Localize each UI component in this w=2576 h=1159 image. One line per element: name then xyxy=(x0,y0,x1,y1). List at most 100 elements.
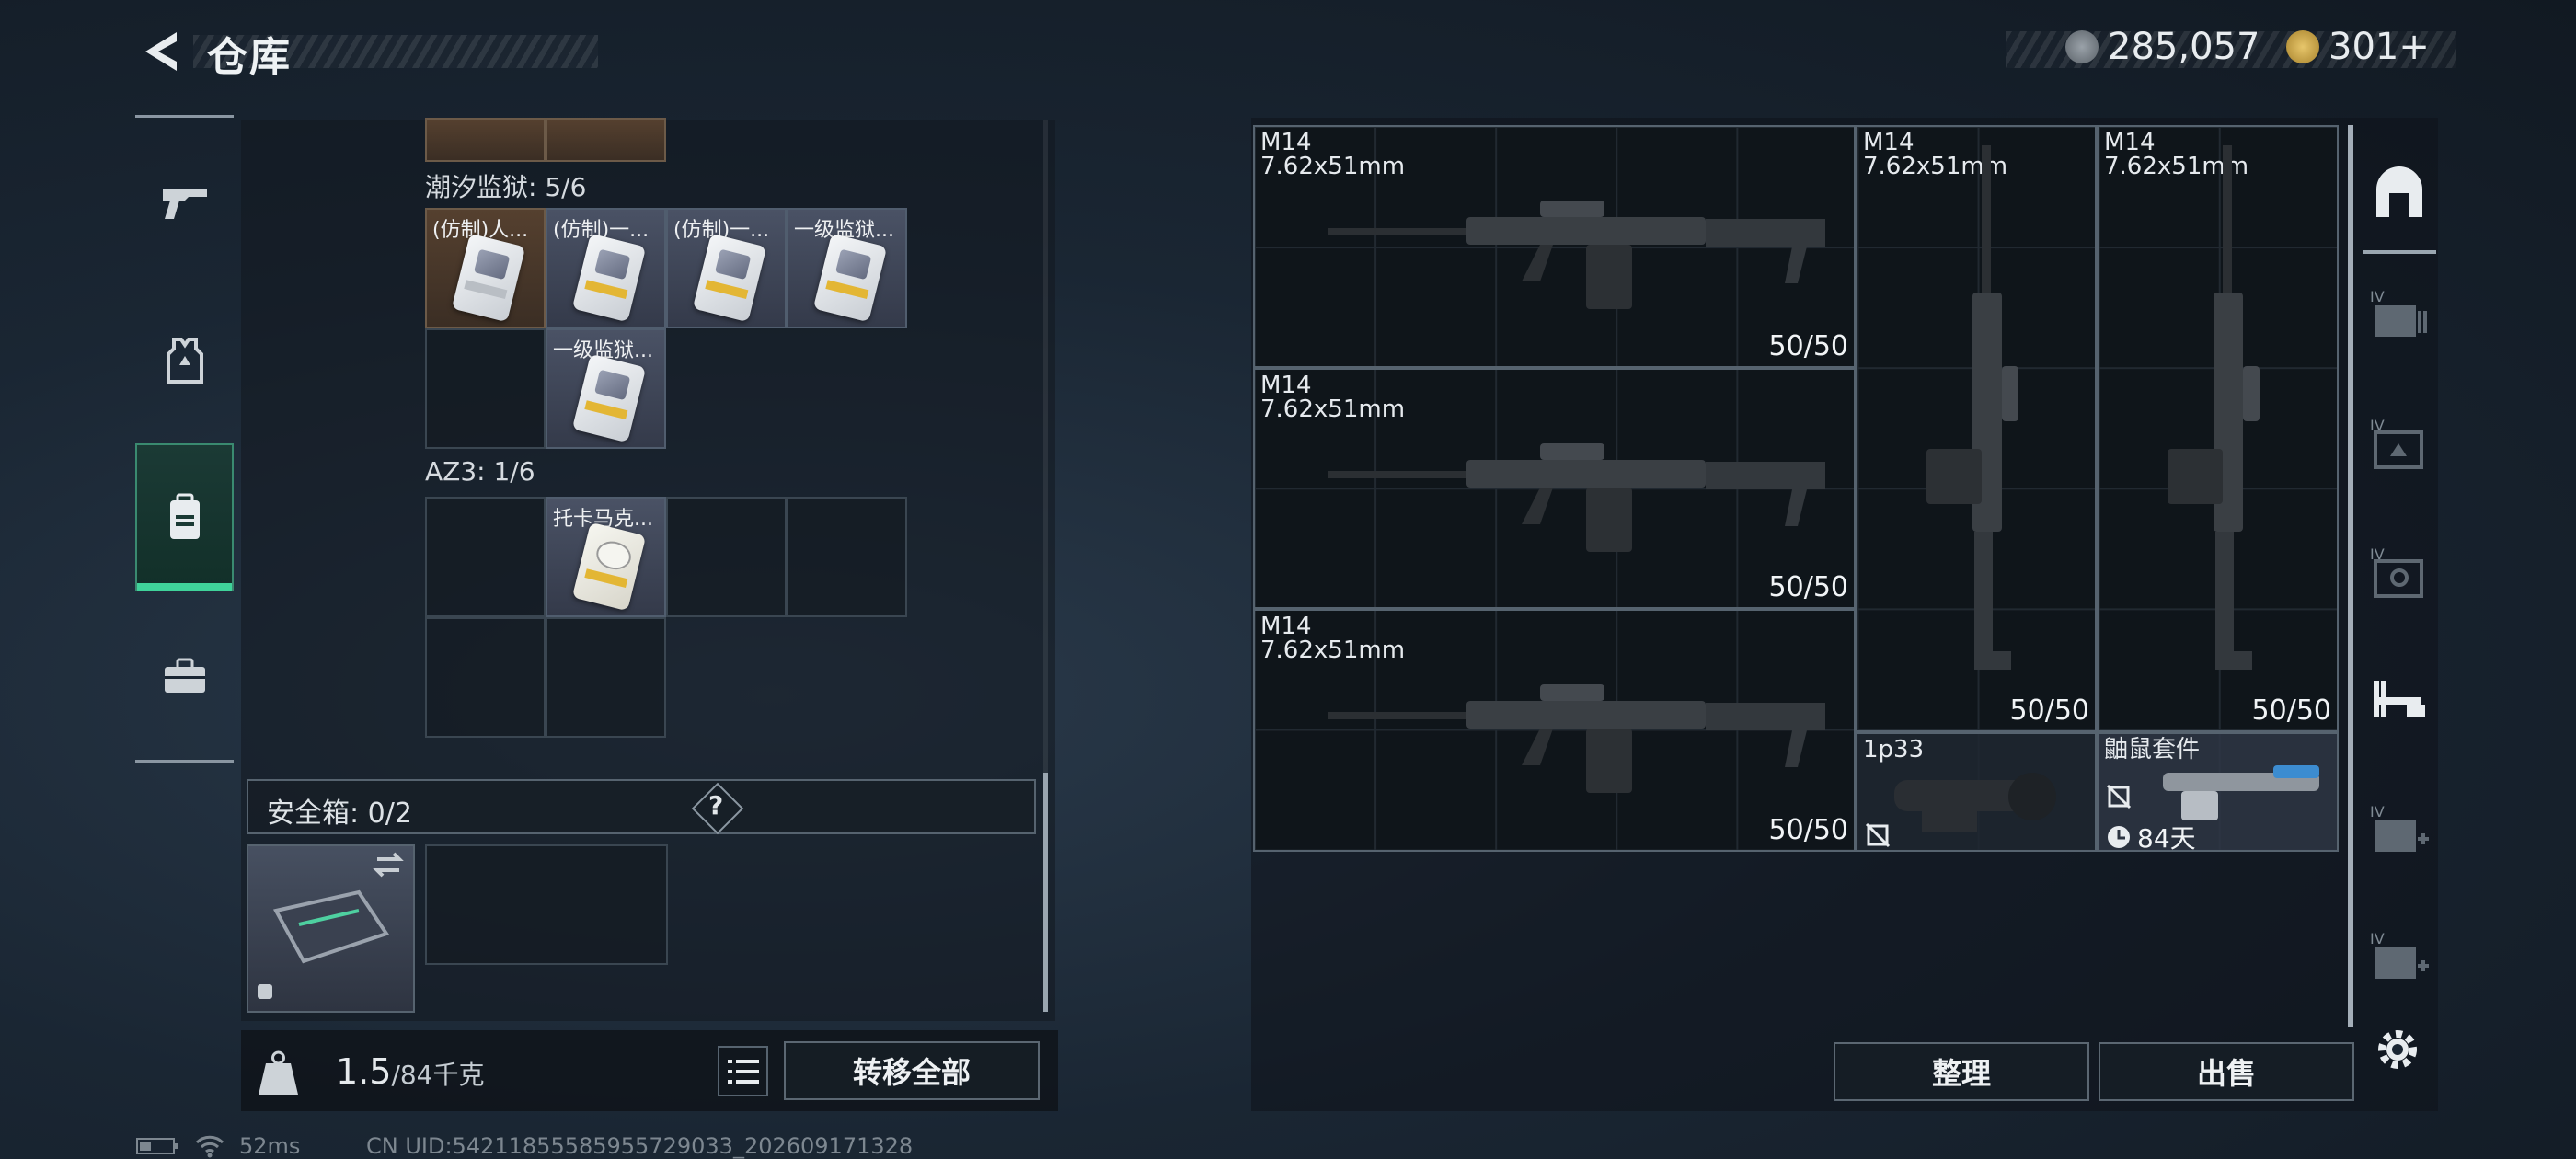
rnav-add-2[interactable]: IV xyxy=(2360,911,2438,1003)
item-slot-5[interactable]: 一级监狱... xyxy=(546,328,666,449)
partial-item-2[interactable] xyxy=(546,118,666,162)
item-slot-3[interactable]: (仿制)一... xyxy=(666,208,787,328)
clock-icon xyxy=(2108,826,2130,848)
sell-button[interactable]: 出售 xyxy=(2099,1042,2354,1101)
section-label-az3: AZ3: 1/6 xyxy=(425,456,535,487)
attachment-slot-scope[interactable]: 1p33 xyxy=(1856,732,2097,852)
keycard-icon xyxy=(571,233,647,323)
rnav-tab-2[interactable]: IV xyxy=(2360,397,2438,489)
no-trade-icon xyxy=(1865,822,1891,848)
weapon-slot-2[interactable]: M14 7.62x51mm 50/50 xyxy=(1253,368,1856,609)
keycard-icon xyxy=(812,233,888,323)
empty-slot[interactable] xyxy=(546,617,666,738)
nav-equipment[interactable] xyxy=(135,287,234,434)
rifle-icon xyxy=(1328,443,1825,552)
right-scrollbar[interactable] xyxy=(2348,125,2353,1027)
search-tab-icon: IV xyxy=(2370,545,2423,598)
rnav-tab-3[interactable]: IV xyxy=(2360,526,2438,618)
safebox-item[interactable] xyxy=(247,844,415,1013)
item-slot-1[interactable]: (仿制)人... xyxy=(425,208,546,328)
rnav-add-1[interactable]: IV xyxy=(2360,784,2438,876)
wifi-icon xyxy=(195,1135,224,1158)
weight-max: /84千克 xyxy=(391,1060,485,1090)
empty-slot[interactable] xyxy=(666,497,787,617)
weapon-kit-icon xyxy=(2163,765,2319,820)
gold-currency[interactable]: 301+ xyxy=(2286,26,2430,68)
weight-icon xyxy=(253,1049,304,1099)
weapon-label: M14 7.62x51mm xyxy=(1260,372,1406,423)
rnav-stash[interactable] xyxy=(2360,147,2438,239)
svg-text:IV: IV xyxy=(2370,930,2385,947)
empty-slot[interactable] xyxy=(425,328,546,449)
ammo-count: 50/50 xyxy=(1768,571,1848,603)
attachment-name: 1p33 xyxy=(1863,736,1925,763)
item-slot-2[interactable]: (仿制)一... xyxy=(546,208,666,328)
page-title: 仓库 xyxy=(207,34,292,81)
nav-case[interactable] xyxy=(135,602,234,750)
safebox-label: 安全箱: 0/2 xyxy=(267,798,412,830)
safebox-empty-slots[interactable] xyxy=(425,844,668,965)
rnav-divider xyxy=(2363,250,2436,254)
rifle-icon xyxy=(1328,201,1825,309)
weapon-slot-1[interactable]: M14 7.62x51mm 50/50 xyxy=(1253,125,1856,368)
list-view-button[interactable] xyxy=(718,1046,768,1096)
empty-slot[interactable] xyxy=(787,497,907,617)
ping-text: 52ms xyxy=(239,1133,301,1159)
silver-coin-icon xyxy=(2065,30,2099,63)
expiry-days: 84天 xyxy=(2137,823,2196,854)
transfer-all-button[interactable]: 转移全部 xyxy=(784,1041,1040,1100)
keycard-icon xyxy=(451,233,526,323)
status-bar: 52ms xyxy=(136,1133,300,1159)
battery-icon xyxy=(136,1138,178,1154)
item-slot-6[interactable]: 托卡马克... xyxy=(546,497,666,617)
ammo-count: 50/50 xyxy=(2251,694,2331,727)
rifle-icon xyxy=(1328,684,1825,793)
folder-tab-icon: IV xyxy=(2370,288,2427,337)
item-slot-4[interactable]: 一级监狱... xyxy=(787,208,907,328)
back-button[interactable] xyxy=(138,28,184,75)
nav-divider-bottom xyxy=(135,760,234,763)
backpack-icon xyxy=(169,493,200,539)
safebox-header: 安全箱: 0/2 ? xyxy=(247,779,1036,835)
stash-home-icon xyxy=(2375,166,2422,217)
section-label-tidal-prison: 潮汐监狱: 5/6 xyxy=(425,172,587,202)
nav-divider-top xyxy=(135,115,234,118)
attachment-slot-kit[interactable]: 鼬鼠套件 84天 xyxy=(2097,732,2339,855)
no-trade-icon xyxy=(2106,784,2132,809)
weapon-label: M14 7.62x51mm xyxy=(1260,613,1406,664)
silver-currency[interactable]: 285,057 xyxy=(2065,26,2260,68)
ammo-count: 50/50 xyxy=(1768,330,1848,362)
partial-item-1[interactable] xyxy=(425,118,546,162)
svg-text:IV: IV xyxy=(2370,803,2385,820)
weapon-slot-5[interactable]: M14 7.62x51mm 50/50 xyxy=(2097,125,2339,732)
help-text: ? xyxy=(708,790,724,820)
left-scrollbar-thumb[interactable] xyxy=(1043,773,1048,1012)
sort-button[interactable]: 整理 xyxy=(1834,1042,2089,1101)
weight-display: 1.5/84千克 xyxy=(336,1051,485,1092)
pistol-icon xyxy=(162,189,207,219)
ammo-count: 50/50 xyxy=(2009,694,2089,727)
keycard-icon xyxy=(571,522,647,612)
list-icon xyxy=(727,1059,759,1084)
vest-icon xyxy=(166,338,203,384)
empty-slot[interactable] xyxy=(425,497,546,617)
gold-coin-icon xyxy=(2286,30,2319,63)
add-storage-icon: IV xyxy=(2370,803,2429,852)
weapon-slot-4[interactable]: M14 7.62x51mm 50/50 xyxy=(1856,125,2097,732)
add-storage-icon: IV xyxy=(2370,930,2429,979)
weapon-rack-icon xyxy=(2373,681,2425,717)
weapon-slot-3[interactable]: M14 7.62x51mm 50/50 xyxy=(1253,609,1856,852)
settings-button[interactable] xyxy=(2372,1024,2423,1075)
back-arrow-icon xyxy=(145,32,177,71)
secure-container-icon xyxy=(258,852,404,999)
nav-backpack[interactable] xyxy=(135,443,234,591)
keycard-icon xyxy=(571,353,647,443)
rnav-tab-1[interactable]: IV xyxy=(2360,269,2438,361)
ammo-count: 50/50 xyxy=(1768,814,1848,846)
weight-current: 1.5 xyxy=(336,1051,392,1092)
empty-slot[interactable] xyxy=(425,617,546,738)
expiry-timer: 84天 xyxy=(2106,819,2196,855)
nav-weapons[interactable] xyxy=(135,129,234,276)
rnav-tab-weapons[interactable] xyxy=(2360,655,2438,747)
scope-icon xyxy=(1894,773,2056,832)
